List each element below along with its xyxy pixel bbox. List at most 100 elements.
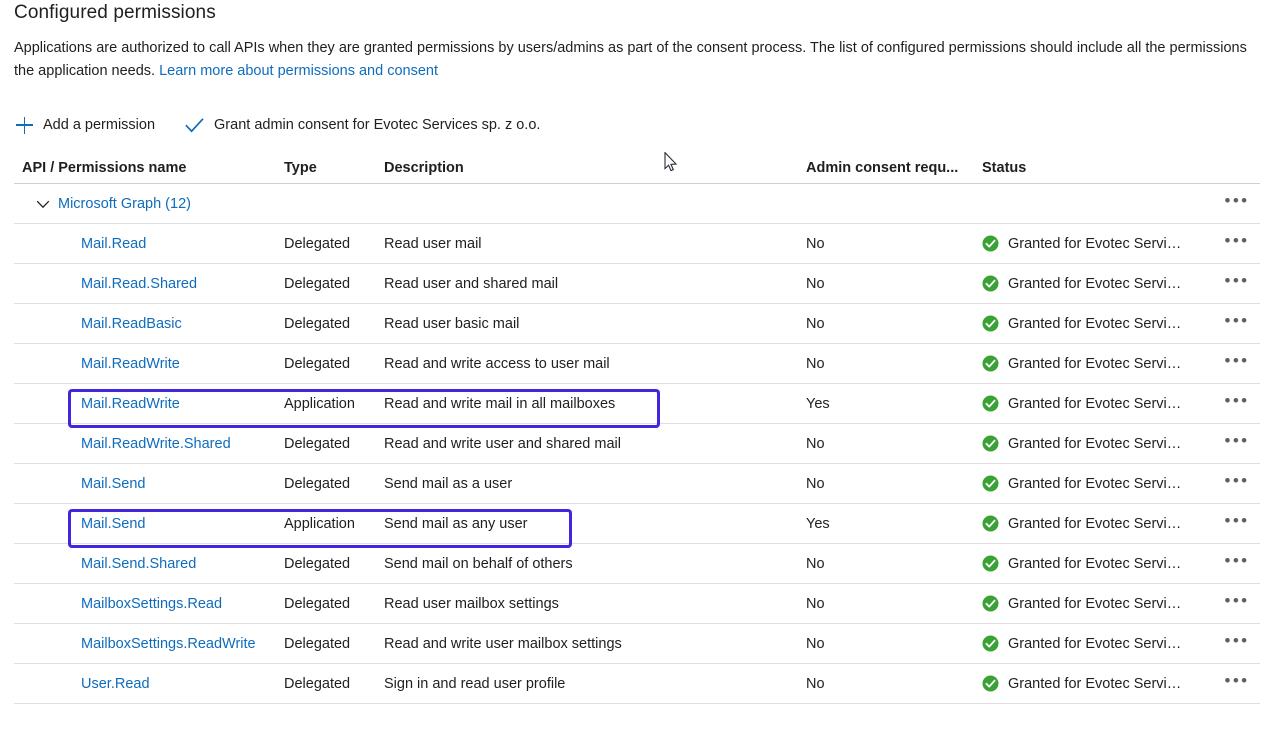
permission-name-link[interactable]: Mail.Send — [81, 476, 145, 492]
more-options-button[interactable]: ••• — [1224, 632, 1249, 652]
permission-admin-consent-cell: No — [806, 675, 825, 692]
permission-name-link[interactable]: Mail.Read — [81, 236, 146, 252]
more-options-button[interactable]: ••• — [1224, 512, 1249, 532]
more-options-button[interactable]: ••• — [1224, 312, 1249, 332]
permission-name-cell: Mail.Read — [14, 236, 284, 252]
page-title: Configured permissions — [14, 2, 216, 23]
checkmark-icon — [185, 117, 204, 134]
granted-check-icon — [982, 355, 999, 372]
permission-status-cell: Granted for Evotec Servi… — [982, 675, 1214, 692]
permission-description-cell: Read user mailbox settings — [384, 595, 559, 612]
command-bar: Add a permission Grant admin consent for… — [14, 108, 542, 142]
granted-check-icon — [982, 475, 999, 492]
learn-more-link[interactable]: Learn more about permissions and consent — [159, 63, 438, 79]
granted-check-icon — [982, 435, 999, 452]
permission-more-cell: ••• — [1214, 632, 1260, 652]
permission-name-cell: User.Read — [14, 676, 284, 692]
more-options-button[interactable]: ••• — [1224, 552, 1249, 572]
permission-name-cell: MailboxSettings.Read — [14, 596, 284, 612]
permission-status-text: Granted for Evotec Servi… — [1008, 675, 1182, 692]
table-row[interactable]: Mail.Read Delegated Read user mail No Grante… — [14, 224, 1260, 264]
add-permission-label: Add a permission — [43, 117, 156, 133]
more-options-button[interactable]: ••• — [1224, 592, 1249, 612]
permissions-table: API / Permissions name Type Description … — [14, 152, 1260, 704]
permission-name-link[interactable]: Mail.ReadBasic — [81, 316, 182, 332]
permission-name-link[interactable]: MailboxSettings.ReadWrite — [81, 636, 256, 652]
permission-more-cell: ••• — [1214, 272, 1260, 292]
permission-name-cell: Mail.ReadWrite — [14, 356, 284, 372]
permission-type-cell: Delegated — [284, 675, 351, 692]
granted-check-icon — [982, 235, 999, 252]
api-group-link[interactable]: Microsoft Graph (12) — [58, 196, 191, 212]
granted-check-icon — [982, 555, 999, 572]
table-row[interactable]: User.Read Delegated Sign in and read user … — [14, 664, 1260, 704]
more-options-button[interactable]: ••• — [1224, 352, 1249, 372]
permission-more-cell: ••• — [1214, 312, 1260, 332]
permission-more-cell: ••• — [1214, 552, 1260, 572]
table-row[interactable]: Mail.ReadWrite Application Read and write … — [14, 384, 1260, 424]
grant-admin-consent-button[interactable]: Grant admin consent for Evotec Services … — [183, 109, 542, 141]
permission-more-cell: ••• — [1214, 672, 1260, 692]
permission-status-text: Granted for Evotec Servi… — [1008, 635, 1182, 652]
permission-type-cell: Delegated — [284, 635, 351, 652]
permission-admin-consent-cell: No — [806, 555, 825, 572]
granted-check-icon — [982, 635, 999, 652]
permission-admin-consent-cell: Yes — [806, 395, 830, 412]
permission-status-text: Granted for Evotec Servi… — [1008, 315, 1182, 332]
permission-status-cell: Granted for Evotec Servi… — [982, 435, 1214, 452]
permission-name-link[interactable]: MailboxSettings.Read — [81, 596, 222, 612]
chevron-down-icon[interactable] — [36, 197, 50, 211]
permission-name-link[interactable]: Mail.Send — [81, 516, 145, 532]
permission-name-link[interactable]: Mail.ReadWrite — [81, 396, 180, 412]
permission-type-cell: Delegated — [284, 355, 351, 372]
intro-paragraph: Applications are authorized to call APIs… — [14, 37, 1262, 83]
table-row[interactable]: Mail.ReadBasic Delegated Read user basic m… — [14, 304, 1260, 344]
table-row[interactable]: Mail.Send Application Send mail as any use… — [14, 504, 1260, 544]
permission-status-text: Granted for Evotec Servi… — [1008, 435, 1182, 452]
api-group-row-microsoft-graph[interactable]: Microsoft Graph (12) ••• — [14, 184, 1260, 224]
permission-status-cell: Granted for Evotec Servi… — [982, 555, 1214, 572]
granted-check-icon — [982, 275, 999, 292]
more-options-button[interactable]: ••• — [1224, 192, 1249, 212]
api-group-more-cell: ••• — [1214, 192, 1260, 212]
more-options-button[interactable]: ••• — [1224, 392, 1249, 412]
table-row[interactable]: Mail.Read.Shared Delegated Read user and s… — [14, 264, 1260, 304]
permission-name-link[interactable]: User.Read — [81, 676, 150, 692]
permission-status-cell: Granted for Evotec Servi… — [982, 635, 1214, 652]
table-row[interactable]: MailboxSettings.Read Delegated Read user m… — [14, 584, 1260, 624]
permission-type-cell: Delegated — [284, 595, 351, 612]
permission-name-link[interactable]: Mail.Read.Shared — [81, 276, 197, 292]
more-options-button[interactable]: ••• — [1224, 672, 1249, 692]
table-row[interactable]: Mail.Send Delegated Send mail as a user No G… — [14, 464, 1260, 504]
more-options-button[interactable]: ••• — [1224, 472, 1249, 492]
permission-name-link[interactable]: Mail.ReadWrite — [81, 356, 180, 372]
add-permission-button[interactable]: Add a permission — [14, 109, 157, 141]
permission-description-cell: Read user and shared mail — [384, 275, 559, 292]
more-options-button[interactable]: ••• — [1224, 432, 1249, 452]
permission-status-cell: Granted for Evotec Servi… — [982, 235, 1214, 252]
permission-more-cell: ••• — [1214, 392, 1260, 412]
permission-status-cell: Granted for Evotec Servi… — [982, 395, 1214, 412]
table-row[interactable]: Mail.ReadWrite Delegated Read and write ac… — [14, 344, 1260, 384]
more-options-button[interactable]: ••• — [1224, 232, 1249, 252]
granted-check-icon — [982, 515, 999, 532]
permission-description-cell: Read and write access to user mail — [384, 355, 610, 372]
api-group-name-cell: Microsoft Graph (12) — [14, 196, 284, 212]
table-header-row: API / Permissions name Type Description … — [14, 152, 1260, 184]
permission-status-text: Granted for Evotec Servi… — [1008, 235, 1182, 252]
granted-check-icon — [982, 315, 999, 332]
permission-status-cell: Granted for Evotec Servi… — [982, 315, 1214, 332]
permission-name-cell: Mail.Read.Shared — [14, 276, 284, 292]
table-row[interactable]: Mail.ReadWrite.Shared Delegated Read and w… — [14, 424, 1260, 464]
table-row[interactable]: MailboxSettings.ReadWrite Delegated Read a… — [14, 624, 1260, 664]
permission-status-cell: Granted for Evotec Servi… — [982, 275, 1214, 292]
more-options-button[interactable]: ••• — [1224, 272, 1249, 292]
permission-type-cell: Delegated — [284, 235, 351, 252]
table-row[interactable]: Mail.Send.Shared Delegated Send mail on be… — [14, 544, 1260, 584]
permission-name-cell: Mail.Send — [14, 516, 284, 532]
permission-type-cell: Delegated — [284, 275, 351, 292]
permission-name-link[interactable]: Mail.ReadWrite.Shared — [81, 436, 231, 452]
permission-name-cell: Mail.ReadWrite.Shared — [14, 436, 284, 452]
permission-name-link[interactable]: Mail.Send.Shared — [81, 556, 196, 572]
configured-permissions-page: Configured permissions Applications are … — [0, 0, 1272, 729]
